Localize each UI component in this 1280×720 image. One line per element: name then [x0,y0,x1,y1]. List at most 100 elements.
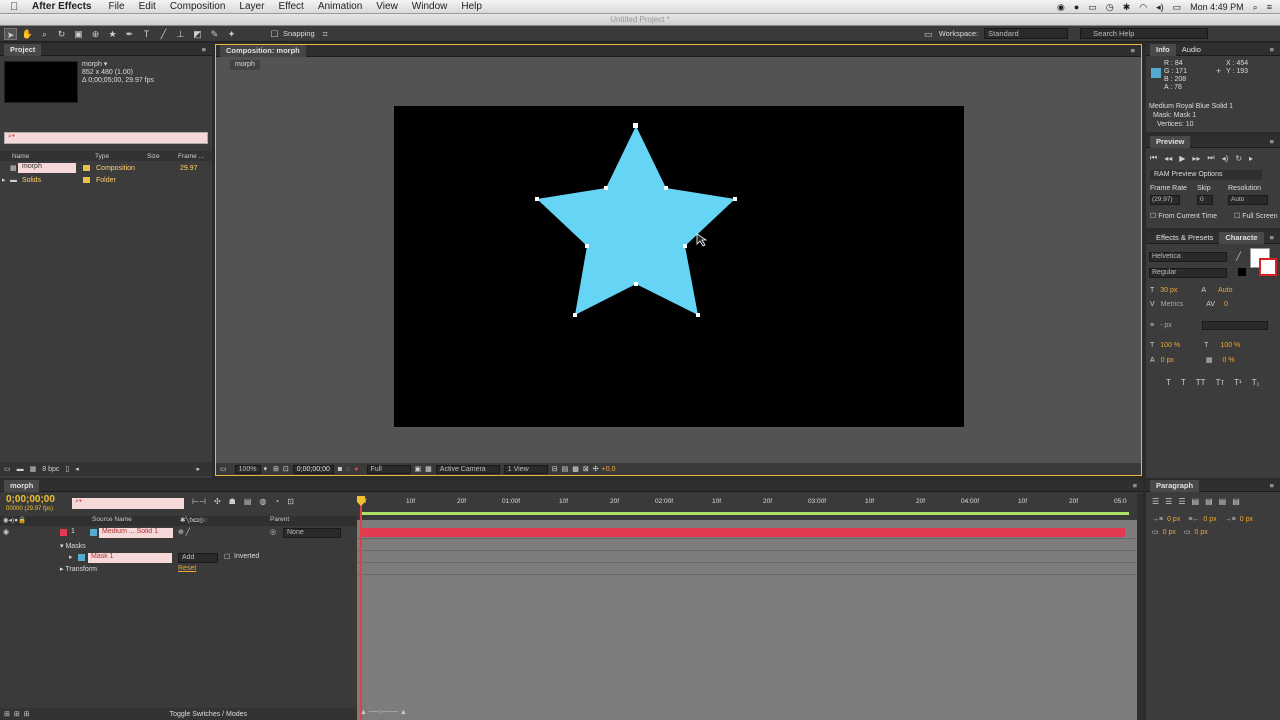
playhead[interactable] [360,498,362,720]
space-after-value[interactable]: 0 px [1194,529,1207,536]
baseline-value[interactable]: 0 px [1161,357,1174,364]
always-preview-icon[interactable]: ▭ [220,465,227,473]
tracking-value[interactable]: 0 [1224,301,1228,308]
layer-row[interactable]: ◉ 1 Medium ... Solid 1 ⊕ ╱ ◎ None [0,528,357,539]
tab-timeline-morph[interactable]: morph [4,479,40,492]
mask-disclosure-icon[interactable]: ▸ [69,553,73,561]
exposure-icon[interactable]: ✣ [593,465,599,473]
mask-visibility-icon[interactable]: ⊡ [283,465,289,473]
pen-tool-icon[interactable]: ✒ [123,28,136,40]
graph-editor-icon[interactable]: ⊡ [287,497,294,506]
camera-select[interactable]: Active Camera [435,464,500,474]
next-frame-icon[interactable]: ▸▸ [1192,154,1200,163]
horizontal-scale-value[interactable]: 100 % [1220,342,1240,349]
comp-mini-flowchart-icon[interactable]: ⊢⊣ [192,497,206,506]
indent-left-value[interactable]: 0 px [1167,516,1180,523]
visibility-icon[interactable]: ◉ [3,528,9,536]
volume-icon[interactable]: ◂) [1156,2,1164,13]
ram-preview-options[interactable]: RAM Preview Options [1150,170,1262,180]
stroke-width-value[interactable]: - px [1160,322,1172,329]
last-frame-icon[interactable]: ⏭ [1207,153,1214,163]
menu-help[interactable]: Help [461,1,482,12]
new-folder-icon[interactable]: ▬ [17,466,24,473]
subscript-icon[interactable]: T₁ [1252,378,1260,387]
switches-icon[interactable]: ✱╲fx◘◎◌ [180,516,208,524]
menu-window[interactable]: Window [412,1,448,12]
panel-menu-icon[interactable]: ≡ [1270,233,1274,242]
all-caps-icon[interactable]: TT [1196,378,1206,387]
display-icon[interactable]: ▭ [1088,2,1097,13]
roto-tool-icon[interactable]: ✎ [208,28,221,40]
timeline-icon[interactable]: ▩ [572,465,579,473]
resolution-select[interactable]: Auto [1228,195,1268,205]
parent-select[interactable]: None [283,528,341,538]
toggle-switches-modes[interactable]: Toggle Switches / Modes [170,711,247,718]
hide-shy-icon[interactable]: ☗ [229,497,236,506]
av-switches-icon[interactable]: ◉◂)●🔒 [3,516,26,524]
mask-name[interactable]: Mask 1 [88,553,172,563]
layer-switches-icon[interactable]: ⊕ ╱ [178,528,190,536]
menu-composition[interactable]: Composition [170,1,226,12]
font-size-value[interactable]: 30 px [1160,287,1177,294]
space-before-value[interactable]: 0 px [1163,529,1176,536]
indent-first-value[interactable]: 0 px [1240,516,1253,523]
panel-menu-icon[interactable]: ≡ [1133,481,1137,490]
col-size[interactable]: Size [147,153,160,160]
trash-icon[interactable]: ▯ [65,465,69,473]
roi-icon[interactable]: ▣ [415,465,422,473]
skip-field[interactable]: 0 [1197,195,1213,205]
first-frame-icon[interactable]: ⏮ [1150,153,1157,163]
small-caps-icon[interactable]: Tт [1216,378,1225,387]
tab-character[interactable]: Characte [1219,231,1264,244]
panel-menu-icon[interactable]: ≡ [1270,45,1274,54]
bluetooth-icon[interactable]: ✱ [1123,2,1131,13]
resolution-select[interactable]: Full [366,464,411,474]
shape-tool-icon[interactable]: ★ [106,28,119,40]
menu-file[interactable]: File [108,1,124,12]
align-right-icon[interactable]: ☰ [1178,497,1185,506]
tab-audio[interactable]: Audio [1176,44,1207,56]
indent-right-value[interactable]: 0 px [1203,516,1216,523]
mask-row[interactable]: ▸ Mask 1 Add ☐ Inverted [0,553,357,563]
panel-menu-icon[interactable]: ≡ [1270,481,1274,490]
status-icon[interactable]: ◉ [1057,2,1065,13]
expand-modes-icon[interactable]: ⊞ [14,710,20,718]
menu-layer[interactable]: Layer [239,1,264,12]
tab-paragraph[interactable]: Paragraph [1150,479,1200,492]
clock[interactable]: Mon 4:49 PM [1190,2,1244,12]
superscript-icon[interactable]: T¹ [1234,378,1242,387]
transform-group[interactable]: ▸ Transform [60,565,97,573]
from-current-time-checkbox[interactable]: ☐ From Current Time [1150,212,1217,220]
eraser-tool-icon[interactable]: ◩ [191,28,204,40]
justify-center-icon[interactable]: ▤ [1205,497,1213,506]
clone-tool-icon[interactable]: ⊥ [174,28,187,40]
timeline-timecode[interactable]: 0;00;00;00 [6,494,55,505]
search-icon[interactable]: ⌕ [1253,2,1258,13]
tab-project[interactable]: Project [4,43,42,56]
new-comp-icon[interactable]: ▦ [30,465,37,473]
project-search-input[interactable]: ⌕▾ [4,132,208,144]
pan-behind-tool-icon[interactable]: ⊕ [89,28,102,40]
stroke-color-swatch[interactable] [1259,258,1277,276]
comp-breadcrumb[interactable]: morph [230,60,260,70]
brush-tool-icon[interactable]: ╱ [157,28,170,40]
label-color[interactable] [60,529,67,536]
col-name[interactable]: Name [12,153,29,160]
font-family-select[interactable]: Helvetica [1149,252,1227,262]
scroll-left-icon[interactable]: ◂ [75,465,79,473]
time-graph[interactable]: 0f 10f 20f 01:00f 10f 20f 02:00f 10f 20f… [357,494,1137,720]
search-help-input[interactable]: Search Help [1080,28,1209,39]
selection-tool-icon[interactable]: ➤ [4,27,17,40]
frame-blending-icon[interactable]: ▤ [244,497,252,506]
menu-animation[interactable]: Animation [318,1,362,12]
tab-composition[interactable]: Composition: morph [220,44,306,57]
tsume-value[interactable]: 0 % [1223,357,1235,364]
tab-info[interactable]: Info [1150,43,1176,56]
expand-switches-icon[interactable]: ⊞ [4,710,10,718]
bpc-label[interactable]: 8 bpc [42,466,59,473]
transform-reset[interactable]: Reset [178,565,196,572]
panel-menu-icon[interactable]: ≡ [1131,46,1135,55]
project-item-morph[interactable]: ▦ morph Composition 29.97 [0,163,212,173]
ram-preview-icon[interactable]: ▸ [1249,154,1253,163]
vertical-scale-value[interactable]: 100 % [1160,342,1180,349]
